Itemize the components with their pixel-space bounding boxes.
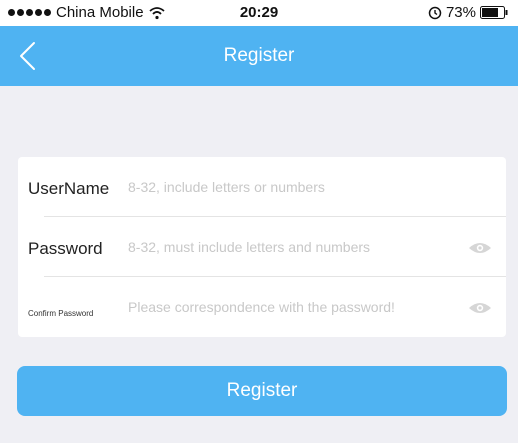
- register-screen: China Mobile 20:29 73% Register UserName…: [0, 0, 518, 443]
- username-row: UserName: [18, 157, 506, 217]
- username-input[interactable]: [128, 175, 458, 199]
- status-bar: China Mobile 20:29 73%: [0, 0, 518, 26]
- alarm-icon: [428, 6, 442, 19]
- eye-icon[interactable]: [468, 241, 492, 255]
- battery-icon: [480, 6, 508, 19]
- confirm-password-label: Confirm Password: [28, 309, 94, 318]
- register-button[interactable]: Register: [17, 366, 507, 416]
- password-row: Password: [18, 217, 506, 277]
- password-label: Password: [28, 239, 103, 258]
- register-form: UserName Password Confirm Password: [18, 157, 506, 337]
- username-label: UserName: [28, 179, 110, 198]
- eye-icon[interactable]: [468, 301, 492, 315]
- password-input[interactable]: [128, 235, 458, 259]
- confirm-password-row: Confirm Password: [18, 277, 506, 337]
- battery-percent: 73%: [445, 4, 476, 21]
- confirm-password-input[interactable]: [128, 295, 458, 319]
- navigation-bar: Register: [0, 26, 518, 86]
- status-right: 73%: [428, 4, 508, 21]
- page-title: Register: [223, 45, 295, 66]
